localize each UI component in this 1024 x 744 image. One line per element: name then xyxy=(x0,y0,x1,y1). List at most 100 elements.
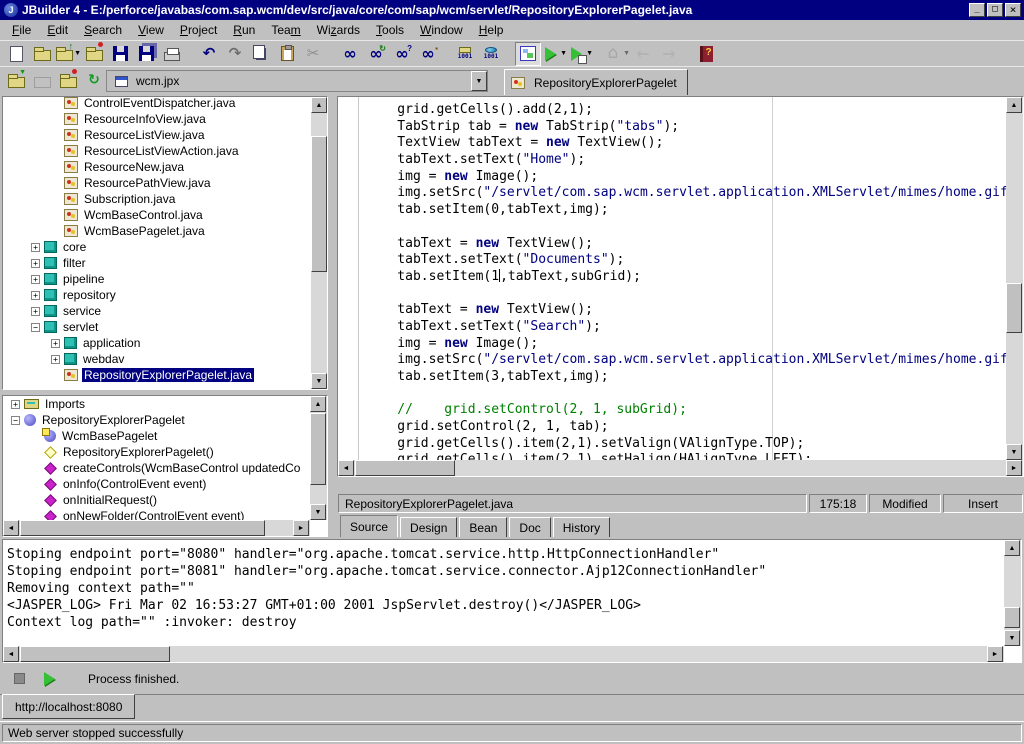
scroll-up-icon[interactable]: ▲ xyxy=(311,97,327,113)
code-line[interactable]: tabText.setText("Search"); xyxy=(366,319,1003,336)
expand-icon[interactable]: + xyxy=(11,400,20,409)
code-line[interactable] xyxy=(366,386,1003,403)
message-console[interactable]: Stoping endpoint port="8080" handler="or… xyxy=(2,539,1022,663)
code-line[interactable]: TextView tabText = new TextView(); xyxy=(366,135,1003,152)
reopen-file-button[interactable]: ↑▼ xyxy=(55,42,81,66)
structure-tree-item[interactable]: onInfo(ControlEvent event) xyxy=(3,476,327,492)
console-vscrollbar[interactable]: ▲ ▼ xyxy=(1004,540,1021,646)
structure-tree-item[interactable]: +Imports xyxy=(3,396,327,412)
structure-tree-item[interactable]: WcmBasePagelet xyxy=(3,428,327,444)
console-hscrollbar[interactable]: ◄ ► xyxy=(3,646,1004,662)
project-tree-item[interactable]: ResourcePathView.java xyxy=(3,175,327,191)
project-tree-item[interactable]: WcmBasePagelet.java xyxy=(3,223,327,239)
project-tree-item[interactable]: Subscription.java xyxy=(3,191,327,207)
menu-help[interactable]: Help xyxy=(471,21,512,39)
scroll-right-icon[interactable]: ► xyxy=(987,646,1003,662)
project-properties-button[interactable]: 1001 xyxy=(452,42,478,66)
save-project-button[interactable] xyxy=(55,69,81,93)
collapse-icon[interactable]: − xyxy=(11,416,20,425)
scrollbar-thumb[interactable] xyxy=(311,136,327,272)
vertical-splitter[interactable] xyxy=(328,96,337,537)
add-file-button[interactable] xyxy=(81,42,107,66)
code-line[interactable]: img = new Image(); xyxy=(366,169,1003,186)
editor-vscrollbar[interactable]: ▲ ▼ xyxy=(1006,97,1023,460)
menu-search[interactable]: Search xyxy=(76,21,130,39)
code-line[interactable]: tab.setItem(0,tabText,img); xyxy=(366,202,1003,219)
code-line[interactable]: img.setSrc("/servlet/com.sap.wcm.servlet… xyxy=(366,185,1003,202)
scroll-up-icon[interactable]: ▲ xyxy=(1006,97,1022,113)
scroll-down-icon[interactable]: ▼ xyxy=(1004,630,1020,646)
scroll-right-icon[interactable]: ► xyxy=(293,520,309,536)
code-line[interactable]: TabStrip tab = new TabStrip("tabs"); xyxy=(366,119,1003,136)
project-tree-item[interactable]: −servlet xyxy=(3,319,327,335)
code-line[interactable]: grid.setControl(2, 1, tab); xyxy=(366,419,1003,436)
structure-hscrollbar[interactable]: ◄ ► xyxy=(3,520,310,536)
menu-edit[interactable]: Edit xyxy=(39,21,76,39)
menu-window[interactable]: Window xyxy=(412,21,471,39)
tab-history[interactable]: History xyxy=(553,517,610,537)
code-line[interactable]: img.setSrc("/servlet/com.sap.wcm.servlet… xyxy=(366,352,1003,369)
undo-button[interactable]: ↶ xyxy=(196,42,222,66)
menu-view[interactable]: View xyxy=(130,21,172,39)
project-tree-item[interactable]: ResourceListView.java xyxy=(3,127,327,143)
collapse-icon[interactable]: − xyxy=(31,323,40,332)
code-line[interactable]: // grid.setControl(2, 1, subGrid); xyxy=(366,402,1003,419)
browse-symbol-button[interactable]: ▪∞ xyxy=(415,42,441,66)
expand-icon[interactable]: + xyxy=(31,307,40,316)
copy-button[interactable] xyxy=(248,42,274,66)
code-line[interactable]: img = new Image(); xyxy=(366,336,1003,353)
tab-source[interactable]: Source xyxy=(340,515,398,537)
tab-design[interactable]: Design xyxy=(400,517,457,537)
expand-icon[interactable]: + xyxy=(31,243,40,252)
scrollbar-thumb[interactable] xyxy=(310,413,326,485)
refresh-project-button[interactable]: ↻ xyxy=(81,69,107,93)
structure-vscrollbar[interactable]: ▲ ▼ xyxy=(310,396,327,520)
code-line[interactable]: tabText = new TextView(); xyxy=(366,236,1003,253)
code-editor[interactable]: grid.getCells().add(2,1); TabStrip tab =… xyxy=(337,96,1024,477)
project-tree-item[interactable]: +filter xyxy=(3,255,327,271)
code-line[interactable]: tabText = new TextView(); xyxy=(366,302,1003,319)
expand-icon[interactable]: + xyxy=(31,259,40,268)
project-tree-item[interactable]: ResourceNew.java xyxy=(3,159,327,175)
project-tree-item[interactable]: +pipeline xyxy=(3,271,327,287)
code-line[interactable] xyxy=(366,286,1003,303)
open-project-button[interactable]: ▼ xyxy=(3,69,29,93)
save-all-button[interactable] xyxy=(133,42,159,66)
tab-doc[interactable]: Doc xyxy=(509,517,550,537)
close-icon[interactable] xyxy=(1005,3,1021,17)
project-tree-scrollbar[interactable]: ▲ ▼ xyxy=(311,97,328,389)
toggle-curtain-button[interactable] xyxy=(515,42,541,66)
scrollbar-thumb[interactable] xyxy=(20,646,170,662)
code-line[interactable] xyxy=(366,219,1003,236)
maximize-icon[interactable] xyxy=(987,3,1003,17)
code-area[interactable]: grid.getCells().add(2,1); TabStrip tab =… xyxy=(366,102,1003,469)
replace-button[interactable]: ↻∞ xyxy=(363,42,389,66)
search-again-button[interactable]: ?∞ xyxy=(389,42,415,66)
project-tree-item[interactable]: ResourceInfoView.java xyxy=(3,111,327,127)
chevron-down-icon[interactable]: ▼ xyxy=(471,71,487,91)
expand-icon[interactable]: + xyxy=(31,291,40,300)
structure-tree-item[interactable]: createControls(WcmBaseControl updatedCo xyxy=(3,460,327,476)
structure-tree-item[interactable]: RepositoryExplorerPagelet() xyxy=(3,444,327,460)
menu-run[interactable]: Run xyxy=(225,21,263,39)
find-button[interactable]: ∞ xyxy=(337,42,363,66)
paste-button[interactable] xyxy=(274,42,300,66)
expand-icon[interactable]: + xyxy=(31,275,40,284)
code-line[interactable]: tab.setItem(3,tabText,img); xyxy=(366,369,1003,386)
stop-process-button[interactable] xyxy=(8,668,30,690)
editor-hscrollbar[interactable]: ◄ ► xyxy=(338,460,1023,476)
scrollbar-thumb[interactable] xyxy=(1004,607,1020,628)
file-tab[interactable]: RepositoryExplorerPagelet xyxy=(504,69,688,95)
scroll-down-icon[interactable]: ▼ xyxy=(1006,444,1022,460)
scroll-down-icon[interactable]: ▼ xyxy=(310,504,326,520)
expand-icon[interactable]: + xyxy=(51,339,60,348)
save-file-button[interactable] xyxy=(107,42,133,66)
chevron-down-icon[interactable]: ▼ xyxy=(623,50,630,57)
help-button[interactable] xyxy=(693,42,719,66)
project-tree-item[interactable]: +service xyxy=(3,303,327,319)
debug-button[interactable]: ▼ xyxy=(567,42,593,66)
project-tree-item[interactable]: RepositoryExplorerPagelet.java xyxy=(3,367,327,383)
menu-tools[interactable]: Tools xyxy=(368,21,412,39)
scroll-down-icon[interactable]: ▼ xyxy=(311,373,327,389)
run-button[interactable]: ▼ xyxy=(541,42,567,66)
